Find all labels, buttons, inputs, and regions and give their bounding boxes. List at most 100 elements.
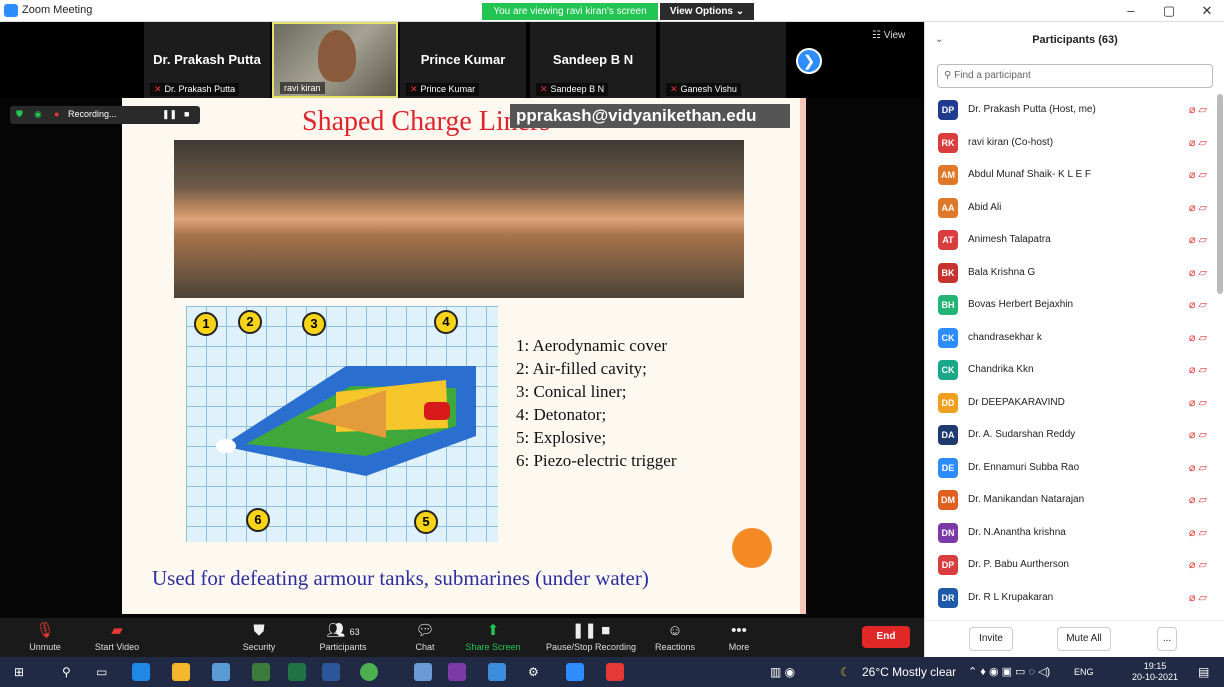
participant-row[interactable]: CK Chandrika Kkn ⌀ ▱ [925,354,1215,387]
mic-muted-icon: ✕ [670,84,678,94]
view-button[interactable]: ☷ View [872,30,905,41]
participant-row[interactable]: AA Abid Ali ⌀ ▱ [925,192,1215,225]
pause-recording-icon[interactable]: ❚❚ [162,109,177,120]
notification-icon[interactable]: ▤ [1198,665,1209,679]
legend-item: 3: Conical liner; [516,382,627,401]
participant-row[interactable]: AM Abdul Munaf Shaik- K L E F ⌀ ▱ [925,159,1215,192]
tile-label: ✕ Dr. Prakash Putta [150,83,240,96]
tile-label-text: Sandeep B N [550,84,605,94]
tray-icons[interactable]: ⌃ ♦ ◉ ▣ ▭ ◌ ◁) [968,665,1050,678]
app-icon[interactable] [414,663,432,681]
mic-video-muted-icon: ⌀ ▱ [1188,494,1207,506]
clock[interactable]: 19:15 20-10-2021 [1132,661,1178,683]
word-icon[interactable] [322,663,340,681]
participant-row[interactable]: CK chandrasekhar k ⌀ ▱ [925,322,1215,355]
stop-recording-icon[interactable]: ■ [184,109,189,119]
participant-row[interactable]: DM Dr. Manikandan Natarajan ⌀ ▱ [925,484,1215,517]
participant-row[interactable]: AT Animesh Talapatra ⌀ ▱ [925,224,1215,257]
mic-video-muted-icon: ⌀ ▱ [1188,169,1207,181]
avatar: AT [938,230,958,250]
share-screen-icon: ⬆ [486,622,500,639]
avatar: DP [938,555,958,575]
title-bar: Zoom Meeting You are viewing ravi kiran'… [0,0,1224,22]
end-meeting-button[interactable]: End [862,626,910,648]
panel-footer: Invite Mute All ... [925,620,1224,657]
participant-row[interactable]: DE Dr. Ennamuri Subba Rao ⌀ ▱ [925,452,1215,485]
video-tile[interactable]: ✕ Ganesh Vishu [660,22,786,98]
slide-decoration [732,528,772,568]
security-button[interactable]: ⛊ Security [224,620,294,656]
reactions-button[interactable]: ☺ Reactions [640,620,710,656]
chat-button[interactable]: 💬︎ Chat [390,620,460,656]
invite-button[interactable]: Invite [969,627,1013,651]
avatar: DN [938,522,958,543]
avatar: AM [938,165,958,185]
pause-recording-button[interactable]: ❚❚ ■ Pause/Stop Recording [536,620,646,656]
language-indicator[interactable]: ENG [1074,667,1094,677]
settings-icon[interactable]: ⚙ [528,665,539,679]
windows-start-icon[interactable]: ⊞ [14,665,24,679]
video-off-icon: ▰ [111,622,123,639]
file-explorer-icon[interactable] [172,663,190,681]
reactions-label: Reactions [654,642,696,652]
task-view-icon[interactable]: ▭ [96,665,107,679]
participant-row[interactable]: DD Dr DEEPAKARAVIND ⌀ ▱ [925,387,1215,420]
participant-name: Abid Ali [968,201,1002,213]
chrome-icon[interactable] [360,663,378,681]
participant-row[interactable]: DA Dr. A. Sudarshan Reddy ⌀ ▱ [925,419,1215,452]
video-tile[interactable]: Prince Kumar ✕ Prince Kumar [400,22,526,98]
record-icon: ● [54,109,60,119]
mic-video-muted-icon: ⌀ ▱ [1188,461,1207,474]
mic-video-muted-icon: ⌀ ▱ [1188,559,1207,571]
shared-screen: Shaped Charge Liners 1 2 3 4 5 6 1: Aero… [0,98,924,618]
scrollbar[interactable] [1217,94,1223,294]
participants-label: Participants [319,642,367,652]
participants-icon: 👥︎ 63 [326,622,360,639]
close-icon[interactable]: ✕ [1192,2,1222,20]
participant-name: Dr. R L Krupakaran [968,591,1054,603]
mute-all-button[interactable]: Mute All [1057,627,1111,651]
start-video-button[interactable]: ▰ Start Video [82,620,152,656]
search-icon[interactable]: ⚲ [62,665,71,679]
participant-row[interactable]: DP Dr. P. Babu Aurtherson ⌀ ▱ [925,549,1215,582]
participant-name: Bovas Herbert Bejaxhin [968,299,1074,310]
calculator-icon[interactable] [252,663,270,681]
legend-item: 1: Aerodynamic cover [516,336,668,355]
onenote-icon[interactable] [448,663,466,681]
participant-row[interactable]: DP Dr. Prakash Putta (Host, me) ⌀ ▱ [925,94,1215,127]
network-icon[interactable]: ▥ ◉ [770,665,795,679]
mic-video-muted-icon: ⌀ ▱ [1188,234,1207,246]
participant-row[interactable]: DN Dr. N.Anantha krishna ⌀ ▱ [925,517,1215,550]
participant-row[interactable]: DR Dr. R L Krupakaran ⌀ ▱ [925,582,1215,615]
mic-video-muted-icon: ⌀ ▱ [1188,136,1207,149]
pdf-icon[interactable] [606,663,624,681]
more-button[interactable]: ••• More [704,620,774,656]
participant-row[interactable]: RK ravi kiran (Co-host) ⌀ ▱ [925,127,1215,160]
participants-button[interactable]: 👥︎ 63 Participants [308,620,378,656]
participant-row[interactable]: BH Bovas Herbert Bejaxhin ⌀ ▱ [925,289,1215,322]
video-tile[interactable]: Dr. Prakash Putta ✕ Dr. Prakash Putta [144,22,270,98]
view-options-button[interactable]: View Options ⌄ [660,3,754,20]
weather-text[interactable]: 26°C Mostly clear [862,665,956,679]
participant-row[interactable]: BK Bala Krishna G ⌀ ▱ [925,257,1215,290]
search-placeholder: Find a participant [954,70,1031,81]
app-icon[interactable] [488,663,506,681]
minimize-icon[interactable]: – [1116,2,1146,20]
avatar: RK [938,132,958,153]
unmute-button[interactable]: 🎙︎ Unmute [10,620,80,656]
video-tile-active[interactable]: ravi kiran [272,22,398,98]
app-icon[interactable] [212,663,230,681]
excel-icon[interactable] [288,663,306,681]
mic-video-muted-icon: ⌀ ▱ [1188,429,1207,441]
avatar: CK [938,360,958,380]
zoom-taskbar-icon[interactable] [566,663,584,681]
video-tile[interactable]: Sandeep B N ✕ Sandeep B N [530,22,656,98]
legend-item: 4: Detonator; [516,405,607,424]
edge-icon[interactable] [132,663,150,681]
more-options-button[interactable]: ... [1157,627,1177,651]
zoom-icon [4,4,18,17]
share-screen-button[interactable]: ⬆ Share Screen [458,620,528,656]
next-page-icon[interactable]: ❯ [796,48,822,74]
search-input[interactable]: ⚲ Find a participant [937,64,1213,88]
maximize-icon[interactable]: ▢ [1154,2,1184,20]
